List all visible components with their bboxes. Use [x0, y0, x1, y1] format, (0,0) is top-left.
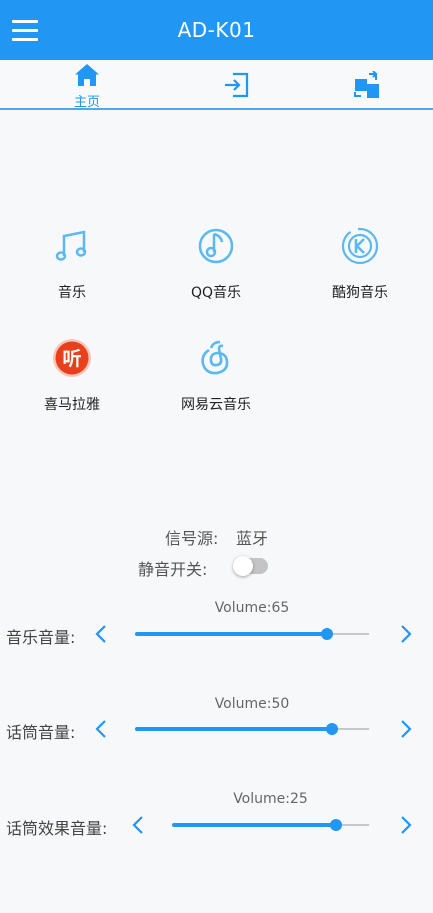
- slider-thumb[interactable]: [329, 819, 342, 831]
- mic-effect-volume-slider[interactable]: [172, 815, 369, 835]
- app-label: 网易云音乐: [181, 397, 251, 413]
- music-volume-value: Volume:65: [214, 600, 290, 616]
- app-qq-music[interactable]: QQ音乐: [156, 226, 276, 316]
- app-music[interactable]: 音乐: [12, 226, 132, 316]
- mic-volume-slider[interactable]: [135, 719, 369, 739]
- switch-icon: [354, 71, 379, 98]
- app-label: QQ音乐: [190, 285, 242, 301]
- music-volume-decrease-icon[interactable]: [93, 624, 109, 644]
- app-ximalaya[interactable]: 听 喜马拉雅: [12, 338, 132, 428]
- app-label: 音乐: [58, 285, 86, 301]
- app-label: 酷狗音乐: [332, 285, 388, 301]
- mic-effect-volume-increase-icon[interactable]: [398, 815, 414, 835]
- input-icon: [225, 72, 249, 98]
- slider-thumb[interactable]: [320, 628, 333, 640]
- music-volume-label: 音乐音量:: [6, 628, 76, 647]
- mic-volume-decrease-icon[interactable]: [93, 719, 109, 739]
- app-kugou[interactable]: 酷狗音乐: [300, 226, 420, 316]
- tab-home-label: 主页: [73, 95, 100, 110]
- page-title: AD-K01: [177, 18, 256, 42]
- tab-bar: 主页: [0, 60, 433, 110]
- app-netease-music[interactable]: 网易云音乐: [156, 338, 276, 428]
- netease-music-icon: [201, 340, 229, 375]
- tab-input[interactable]: [177, 60, 297, 110]
- home-icon: [75, 64, 99, 86]
- tab-home[interactable]: 主页: [27, 60, 147, 110]
- mic-effect-volume-decrease-icon[interactable]: [130, 815, 146, 835]
- tab-switch[interactable]: [307, 60, 427, 110]
- kugou-icon: [341, 227, 379, 265]
- mic-volume-label: 话筒音量:: [6, 723, 76, 742]
- svg-text:听: 听: [62, 347, 81, 370]
- signal-source-label: 信号源:: [165, 529, 219, 548]
- music-volume-increase-icon[interactable]: [398, 624, 414, 644]
- music-note-icon: [55, 230, 87, 261]
- signal-source-value: 蓝牙: [236, 529, 269, 548]
- slider-fill: [135, 727, 332, 731]
- mic-volume-increase-icon[interactable]: [398, 719, 414, 739]
- slider-thumb[interactable]: [325, 723, 338, 735]
- mic-volume-value: Volume:50: [214, 696, 290, 712]
- app-label: 喜马拉雅: [44, 397, 100, 413]
- top-app-bar: AD-K01: [0, 0, 433, 60]
- mute-label: 静音开关:: [138, 560, 208, 579]
- mic-effect-volume-label: 话筒效果音量:: [6, 819, 108, 838]
- mic-effect-volume-value: Volume:25: [233, 791, 308, 807]
- mute-toggle-knob: [233, 556, 253, 576]
- qq-music-icon: [198, 228, 234, 264]
- slider-fill: [172, 823, 336, 827]
- mute-toggle[interactable]: [233, 556, 268, 576]
- music-volume-slider[interactable]: [135, 624, 369, 644]
- slider-fill: [135, 632, 327, 636]
- ximalaya-icon: 听: [53, 339, 91, 377]
